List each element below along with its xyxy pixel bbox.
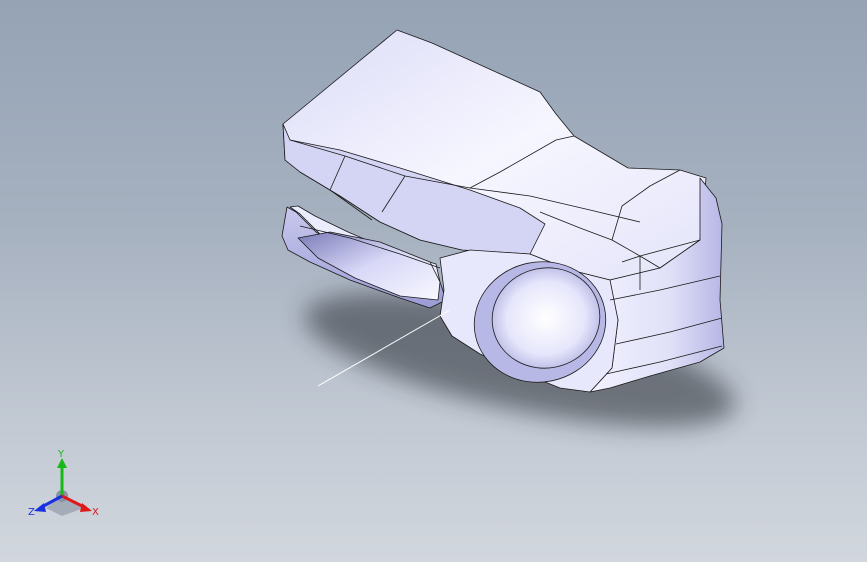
graphics-viewport[interactable]: Y X Z: [0, 0, 867, 562]
x-axis-arrow-icon: [80, 503, 92, 512]
3d-model-view[interactable]: [0, 0, 867, 562]
z-axis-label: Z: [28, 507, 35, 518]
y-axis-label: Y: [57, 449, 65, 460]
z-axis-arrow-icon: [34, 503, 46, 512]
reference-triad[interactable]: Y X Z: [26, 448, 106, 522]
x-axis-label: X: [92, 507, 99, 518]
